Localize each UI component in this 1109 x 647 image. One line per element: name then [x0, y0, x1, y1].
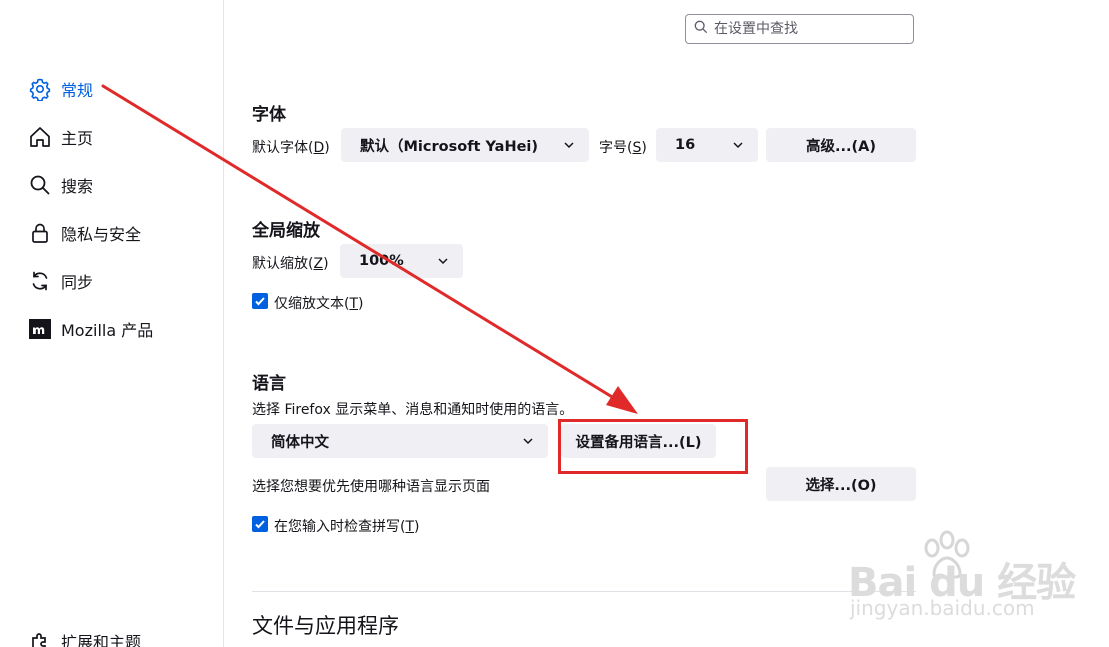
watermark-sub: jingyan.baidu.com: [850, 596, 1035, 620]
baidu-watermark: Bai du 经验 jingyan.baidu.com: [848, 530, 1076, 626]
